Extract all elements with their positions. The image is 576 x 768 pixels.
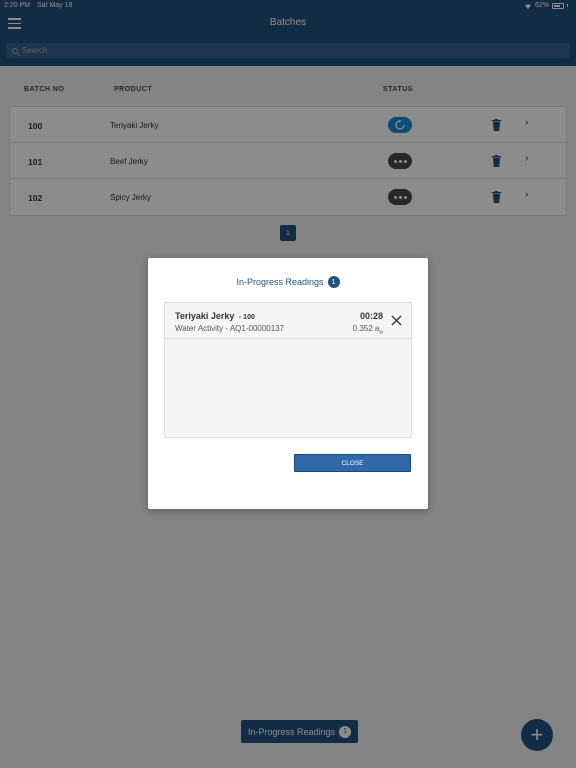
readings-list: Teriyaki Jerky - 100 Water Activity - AQ… bbox=[164, 302, 412, 438]
reading-unit-sub: w bbox=[379, 329, 383, 336]
modal-count-badge: 1 bbox=[327, 276, 340, 288]
in-progress-readings-modal: In-Progress Readings 1 Teriyaki Jerky - … bbox=[148, 258, 428, 509]
list-item[interactable]: Teriyaki Jerky - 100 Water Activity - AQ… bbox=[165, 303, 411, 339]
modal-title: In-Progress Readings 1 bbox=[148, 276, 428, 288]
reading-value-number: 0.352 bbox=[352, 324, 373, 333]
modal-title-text: In-Progress Readings bbox=[236, 277, 324, 287]
close-button[interactable]: CLOSE bbox=[294, 454, 411, 472]
reading-product: Teriyaki Jerky - 100 bbox=[175, 311, 255, 321]
reading-product-name: Teriyaki Jerky bbox=[175, 311, 235, 321]
reading-value: 0.352 aw bbox=[353, 324, 383, 336]
reading-elapsed: 00:28 bbox=[359, 311, 383, 321]
close-icon[interactable] bbox=[391, 315, 402, 326]
reading-detail: Water Activity - AQ1-00000137 bbox=[175, 324, 285, 333]
reading-batch: - 100 bbox=[238, 314, 255, 321]
